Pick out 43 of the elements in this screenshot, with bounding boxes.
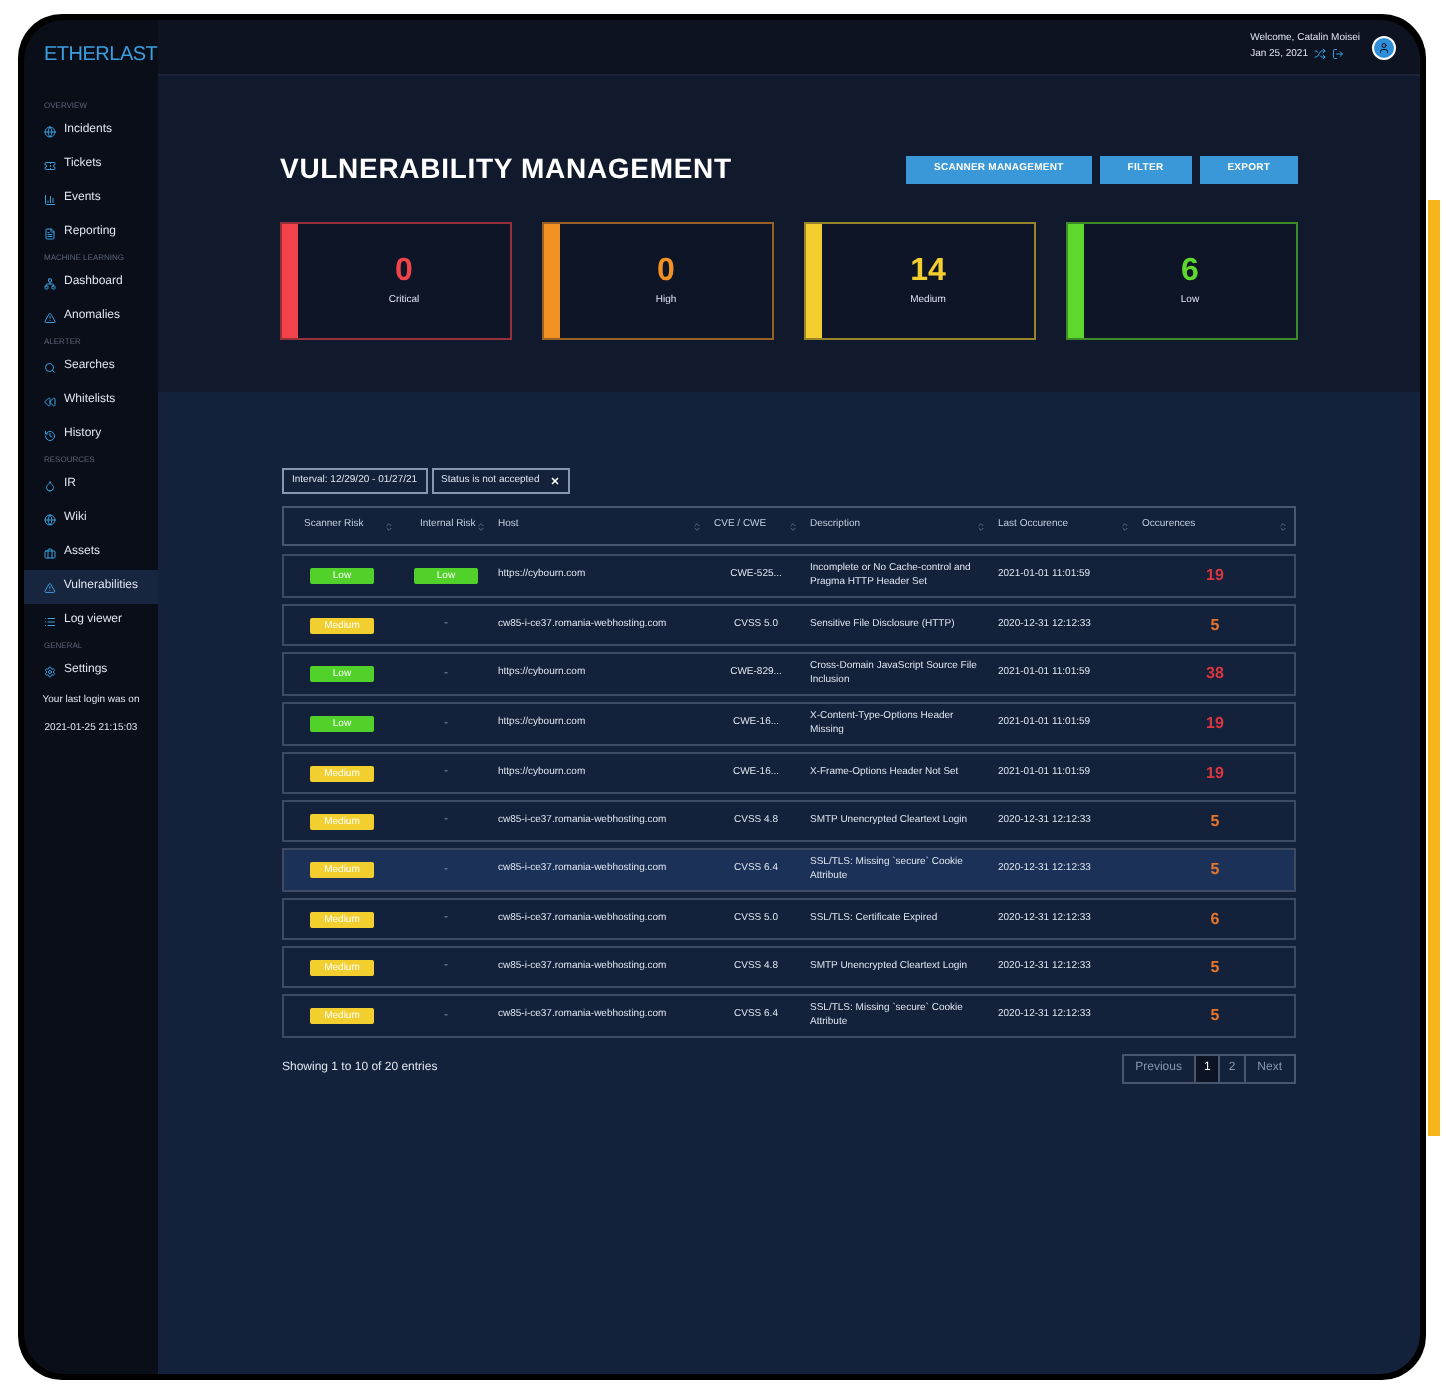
list-icon	[44, 615, 56, 627]
occurrence-count: 5	[1210, 858, 1220, 882]
sort-icon[interactable]	[1120, 521, 1130, 531]
page-title: VULNERABILITY MANAGEMENT	[280, 150, 732, 188]
ticket-icon	[44, 159, 56, 171]
logout-icon[interactable]	[1331, 48, 1344, 61]
sort-icon[interactable]	[1278, 521, 1288, 531]
occurrence-count: 19	[1206, 712, 1224, 736]
settings-icon	[44, 665, 56, 677]
summary-count: 14	[910, 253, 946, 290]
network-icon	[44, 277, 56, 289]
warning-icon	[44, 581, 56, 593]
drop-icon	[44, 479, 56, 491]
occurrence-count: 19	[1206, 564, 1224, 588]
history-icon	[44, 429, 56, 441]
rewind-icon	[44, 395, 56, 407]
occurrence-count: 6	[1210, 907, 1220, 931]
warning-icon	[44, 311, 56, 323]
occurrence-count: 5	[1210, 955, 1220, 979]
globe-icon	[44, 513, 56, 525]
sort-icon[interactable]	[976, 521, 986, 531]
summary-count: 6	[1181, 253, 1199, 290]
close-icon[interactable]	[549, 476, 560, 486]
summary-count: 0	[657, 253, 675, 290]
globe-icon	[44, 125, 56, 137]
occurrence-count: 5	[1210, 809, 1220, 833]
bar-chart-icon	[44, 193, 56, 205]
occurrence-count: 38	[1206, 662, 1224, 686]
sort-icon[interactable]	[384, 521, 394, 531]
sort-icon[interactable]	[788, 521, 798, 531]
shuffle-icon[interactable]	[1313, 48, 1326, 61]
occurrence-count: 5	[1210, 1004, 1220, 1028]
sort-icon[interactable]	[692, 521, 702, 531]
avatar[interactable]	[1372, 35, 1396, 59]
user-icon	[1378, 41, 1390, 53]
search-icon	[44, 361, 56, 373]
document-icon	[44, 227, 56, 239]
occurrence-count: 19	[1206, 761, 1224, 785]
summary-count: 0	[395, 253, 413, 290]
briefcase-icon	[44, 547, 56, 559]
sort-icon[interactable]	[476, 521, 486, 531]
occurrence-count: 5	[1210, 613, 1220, 637]
brand-logo: ETHERLAST	[42, 42, 158, 70]
